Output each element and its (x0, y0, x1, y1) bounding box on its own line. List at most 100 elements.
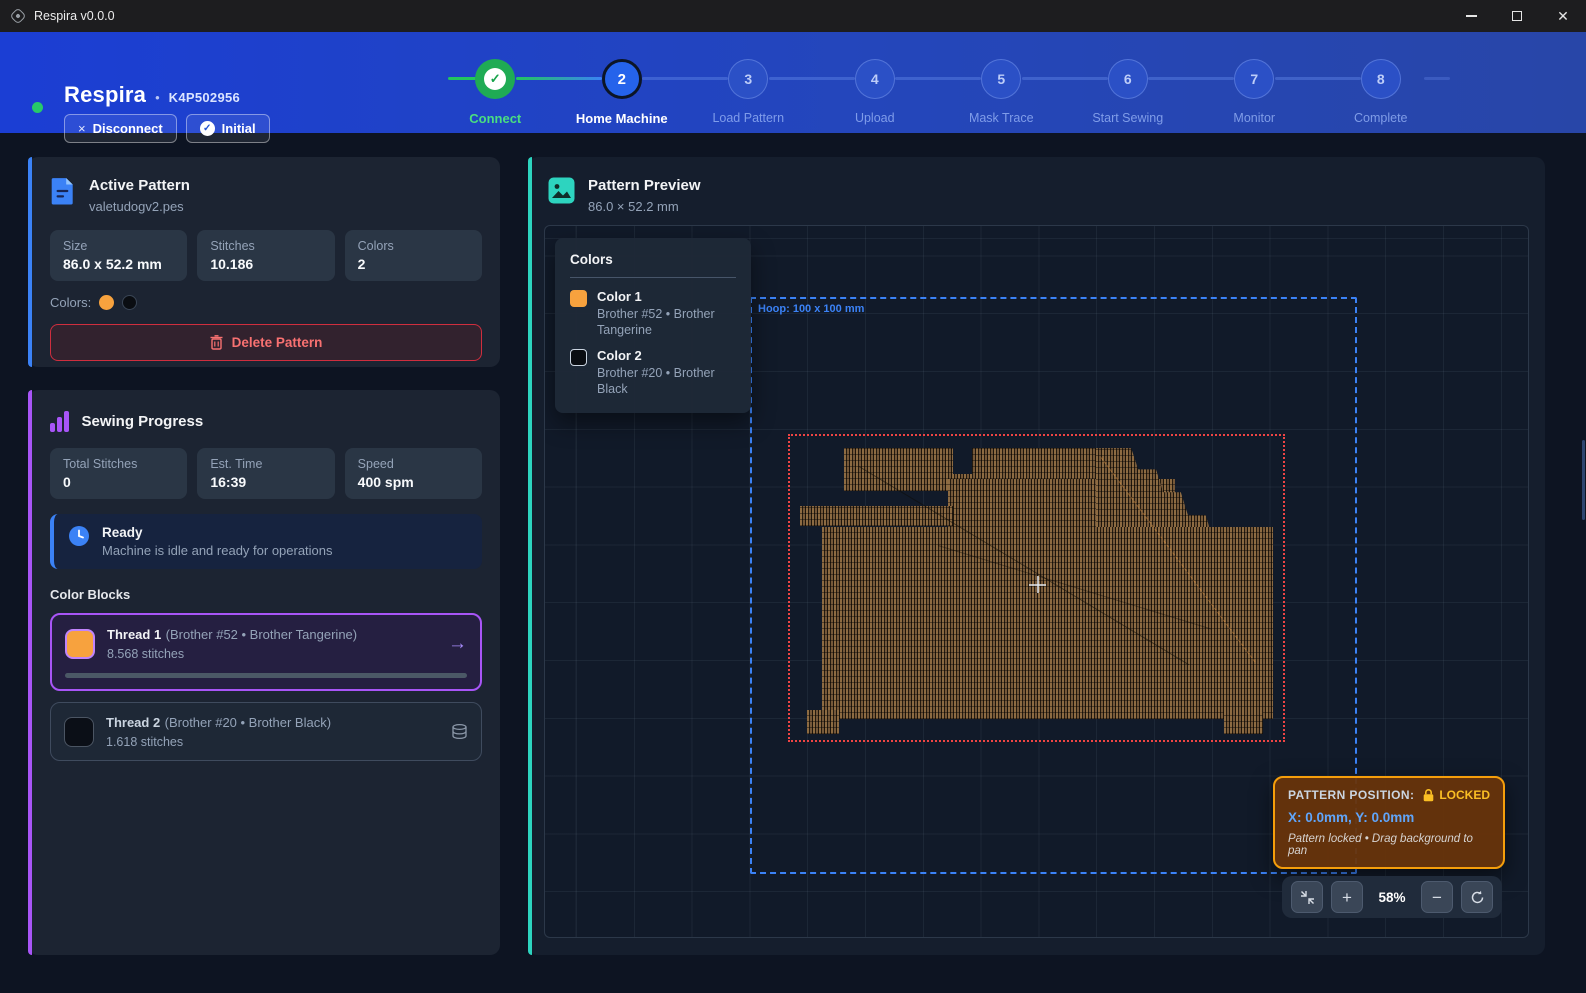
preview-canvas[interactable]: Hoop: 100 x 100 mm Colors (544, 225, 1529, 938)
stat-value: 10.186 (210, 256, 321, 272)
step-label: Upload (855, 111, 895, 125)
step-home-machine-circle[interactable]: 2 (602, 59, 642, 99)
step-label: Connect (469, 111, 521, 126)
card-accent-purple (28, 390, 32, 955)
layers-icon (451, 723, 468, 740)
arrow-right-icon: → (448, 633, 467, 655)
stitch-notch (953, 446, 973, 473)
scrollbar[interactable] (1582, 440, 1585, 520)
pattern-filename: valetudogv2.pes (89, 199, 190, 214)
stat-label: Colors (358, 239, 469, 253)
minimize-button[interactable] (1448, 0, 1494, 32)
step-upload-circle[interactable]: 4 (855, 59, 895, 99)
titlebar: Respira v0.0.0 ✕ (0, 0, 1586, 32)
stat-value: 16:39 (210, 474, 321, 490)
plus-icon: + (1342, 889, 1352, 906)
step-label: Complete (1354, 111, 1408, 125)
step-load-pattern-circle[interactable]: 3 (728, 59, 768, 99)
thread-1-progress-bar (65, 673, 467, 678)
app-window: Respira v0.0.0 ✕ Respira • K4P502956 × D… (0, 0, 1586, 993)
step-connect-circle[interactable]: ✓ (475, 59, 515, 99)
close-button[interactable]: ✕ (1540, 0, 1586, 32)
minus-icon: − (1432, 889, 1442, 906)
step-monitor: 7 Monitor (1191, 59, 1318, 126)
connection-status-dot (32, 102, 43, 113)
step-label: Home Machine (576, 111, 668, 126)
step-start-sewing-circle[interactable]: 6 (1108, 59, 1148, 99)
colors-label: Colors: (50, 295, 91, 310)
disconnect-button[interactable]: × Disconnect (64, 114, 177, 143)
stat-est-time: Est. Time 16:39 (197, 448, 334, 499)
stat-value: 400 spm (358, 474, 469, 490)
legend-entry-color-1: Color 1 Brother #52 • Brother Tangerine (570, 289, 736, 338)
color-blocks-label: Color Blocks (50, 587, 482, 602)
check-icon: ✓ (484, 68, 506, 90)
clock-icon (68, 525, 90, 547)
thread-1-desc: (Brother #52 • Brother Tangerine) (166, 627, 357, 642)
refresh-icon (1470, 890, 1485, 905)
x-icon: × (78, 121, 86, 136)
stat-speed: Speed 400 spm (345, 448, 482, 499)
initial-label: Initial (222, 121, 256, 136)
zoom-out-button[interactable]: − (1421, 881, 1453, 913)
card-accent-teal (528, 157, 532, 955)
step-mask-trace: 5 Mask Trace (938, 59, 1065, 126)
active-pattern-card: Active Pattern valetudogv2.pes Size 86.0… (28, 157, 500, 367)
reset-view-button[interactable] (1461, 881, 1493, 913)
step-complete-circle[interactable]: 8 (1361, 59, 1401, 99)
brand: Respira • K4P502956 (64, 82, 240, 108)
step-label: Monitor (1233, 111, 1275, 125)
status-title: Ready (102, 525, 333, 540)
position-label: PATTERN POSITION: (1288, 788, 1414, 802)
step-start-sewing: 6 Start Sewing (1065, 59, 1192, 126)
colors-legend: Colors Color 1 Brother #52 • Brother Tan… (555, 238, 751, 413)
close-icon: ✕ (1557, 9, 1569, 23)
color-dot-orange (99, 295, 114, 310)
disconnect-label: Disconnect (93, 121, 163, 136)
legend-color-name: Color 1 (597, 289, 736, 304)
legend-swatch-black (570, 349, 587, 366)
thread-2-desc: (Brother #20 • Brother Black) (165, 715, 331, 730)
thread-2-name: Thread 2 (106, 715, 160, 730)
pattern-preview-card: Pattern Preview 86.0 × 52.2 mm Hoop: 100… (528, 157, 1545, 955)
zoom-in-button[interactable]: + (1331, 881, 1363, 913)
stitch-region-foot-right (1224, 710, 1263, 734)
thread-2-swatch (64, 717, 94, 747)
stat-value: 0 (63, 474, 174, 490)
legend-color-desc: Brother #20 • Brother Black (597, 366, 736, 397)
stat-label: Total Stitches (63, 457, 174, 471)
stat-label: Est. Time (210, 457, 321, 471)
thread-1-name: Thread 1 (107, 627, 161, 642)
legend-entry-color-2: Color 2 Brother #20 • Brother Black (570, 348, 736, 397)
document-icon (50, 177, 76, 205)
header: Respira • K4P502956 × Disconnect ✓ Initi… (0, 32, 1586, 133)
legend-title: Colors (570, 252, 736, 267)
delete-pattern-button[interactable]: Delete Pattern (50, 324, 482, 361)
stitch-region-body (822, 527, 1273, 719)
color-dot-black (122, 295, 137, 310)
stat-value: 86.0 x 52.2 mm (63, 256, 174, 272)
pattern-preview-title: Pattern Preview (588, 177, 701, 194)
stitch-region-foot-left (807, 710, 839, 734)
step-mask-trace-circle[interactable]: 5 (981, 59, 1021, 99)
stat-label: Size (63, 239, 174, 253)
app-name: Respira (64, 82, 146, 108)
delete-pattern-label: Delete Pattern (232, 335, 323, 350)
maximize-button[interactable] (1494, 0, 1540, 32)
workflow-stepper: ✓ Connect 2 Home Machine 3 Load Pattern … (432, 59, 1444, 126)
step-home-machine: 2 Home Machine (559, 59, 686, 126)
hoop-label: Hoop: 100 x 100 mm (758, 303, 864, 315)
initial-button[interactable]: ✓ Initial (186, 114, 270, 143)
window-title: Respira v0.0.0 (34, 9, 115, 23)
step-monitor-circle[interactable]: 7 (1234, 59, 1274, 99)
step-label: Load Pattern (712, 111, 784, 125)
fit-view-button[interactable] (1291, 881, 1323, 913)
legend-color-desc: Brother #52 • Brother Tangerine (597, 307, 736, 338)
sewing-progress-card: Sewing Progress Total Stitches 0 Est. Ti… (28, 390, 500, 955)
thread-block-1[interactable]: Thread 1 (Brother #52 • Brother Tangerin… (50, 613, 482, 691)
thread-block-2[interactable]: Thread 2 (Brother #20 • Brother Black) 1… (50, 702, 482, 761)
stat-label: Stitches (210, 239, 321, 253)
stat-label: Speed (358, 457, 469, 471)
badge-check-icon: ✓ (200, 121, 215, 136)
image-icon (548, 177, 575, 204)
